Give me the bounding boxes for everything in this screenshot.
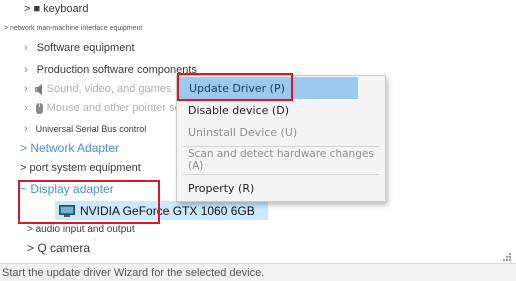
- menu-item-label: Property (R): [188, 181, 255, 195]
- tree-item-label: > Network Adapter: [20, 141, 120, 155]
- tree-item-label: Software equipment: [36, 42, 135, 54]
- menu-item-property[interactable]: Property (R): [177, 177, 385, 199]
- menu-item-label: Scan and detect hardware changes (A): [188, 148, 374, 172]
- tree-item-label: Sound, video, and games: [46, 83, 172, 95]
- tree-item-label: Mouse and other pointer se: [46, 102, 181, 114]
- chevron-right-icon[interactable]: ›: [24, 42, 28, 54]
- status-bar: Start the update driver Wizard for the s…: [0, 263, 516, 281]
- menu-separator: [183, 146, 379, 147]
- tree-item-mouse[interactable]: › Mouse and other pointer se: [24, 99, 181, 117]
- chevron-right-icon[interactable]: ›: [24, 64, 28, 76]
- chevron-right-icon[interactable]: ›: [24, 102, 28, 114]
- tree-item-port-system[interactable]: > port system equipment: [20, 159, 141, 177]
- tree-item-label: > audio input and output: [27, 223, 135, 235]
- annotation-box-update-driver: [177, 73, 293, 101]
- tree-item-label: > network man-machine interface equipmen…: [4, 24, 143, 32]
- annotation-box-display-adapter: [18, 180, 160, 224]
- tick-icon: ˈ: [94, 238, 97, 247]
- mouse-icon: [34, 102, 45, 115]
- tree-item-network-hmi[interactable]: > network man-machine interface equipmen…: [4, 19, 142, 37]
- tree-item-sound-video[interactable]: › Sound, video, and games: [24, 80, 171, 98]
- chevron-right-icon[interactable]: ›: [24, 123, 28, 135]
- menu-item-uninstall-device[interactable]: Uninstall Device (U): [177, 121, 385, 143]
- status-text: Start the update driver Wizard for the s…: [2, 266, 265, 279]
- speaker-icon: [34, 83, 45, 96]
- menu-item-label: Disable device (D): [188, 103, 289, 117]
- tree-item-label: Universal Serial Bus control: [35, 124, 147, 134]
- chevron-right-icon[interactable]: ›: [24, 83, 28, 95]
- tree-item-camera[interactable]: > Q camera: [27, 239, 90, 257]
- tree-item-label: > ■ keyboard: [24, 3, 89, 15]
- menu-separator: [183, 174, 379, 175]
- tree-item-network-adapter[interactable]: > Network Adapter: [20, 139, 119, 157]
- tree-item-label: > port system equipment: [20, 162, 141, 174]
- tree-item-usb-controller[interactable]: › Universal Serial Bus control: [24, 120, 146, 138]
- tree-item-software-equipment[interactable]: › Software equipment: [24, 39, 135, 57]
- tree-item-label: > Q camera: [27, 241, 91, 255]
- resize-grip-icon[interactable]: [498, 250, 512, 264]
- menu-item-label: Uninstall Device (U): [188, 125, 298, 139]
- tree-item-keyboard[interactable]: > ■ keyboard: [24, 0, 88, 18]
- menu-item-scan-hardware[interactable]: Scan and detect hardware changes (A): [177, 148, 385, 172]
- tree-item-production-software[interactable]: › Production software components: [24, 61, 197, 79]
- menu-item-disable-device[interactable]: Disable device (D): [177, 99, 385, 121]
- tree-item-label: Production software components: [36, 64, 197, 76]
